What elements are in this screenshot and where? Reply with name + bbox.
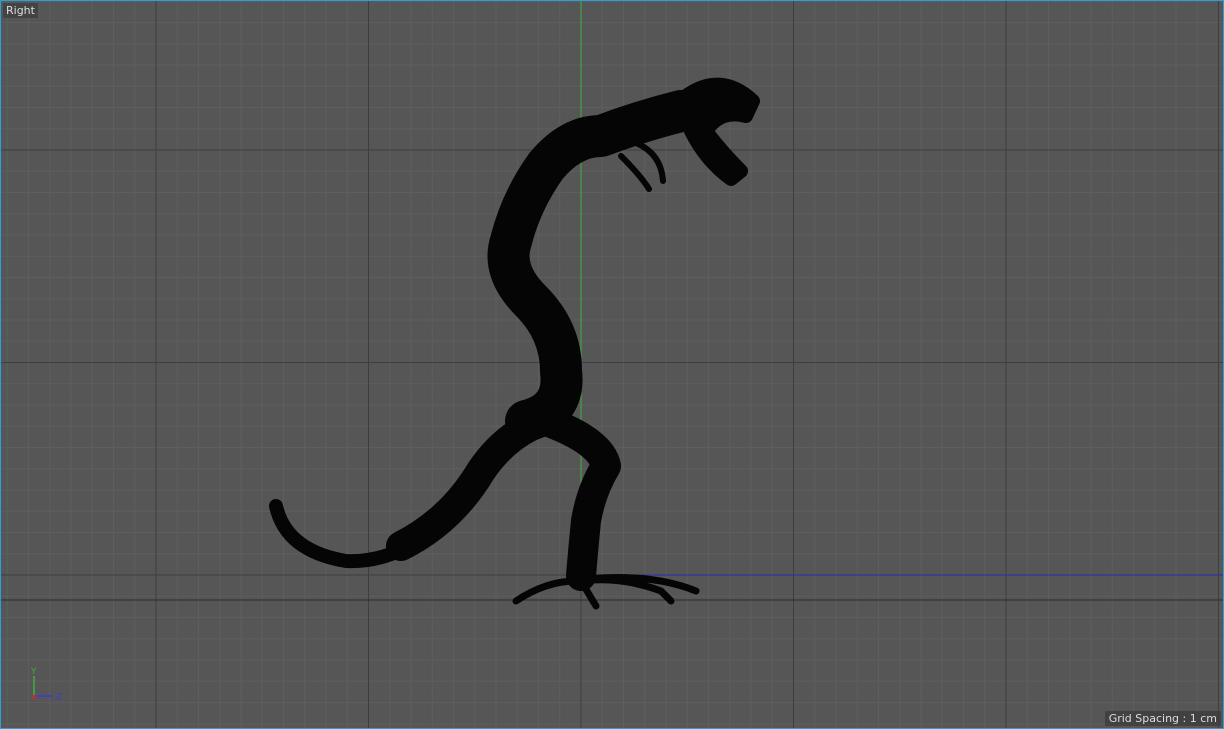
view-name-label[interactable]: Right (3, 3, 38, 18)
viewport-right[interactable]: Y Z Right Grid Spacing : 1 cm (0, 0, 1224, 729)
gizmo-z-label: Z (56, 693, 62, 703)
gizmo-y-label: Y (30, 667, 37, 677)
gizmo-x-axis (32, 695, 36, 699)
grid-spacing-label: Grid Spacing : 1 cm (1104, 711, 1221, 726)
axis-gizmo: Y Z (30, 667, 62, 703)
viewport-canvas: Y Z (1, 1, 1223, 728)
